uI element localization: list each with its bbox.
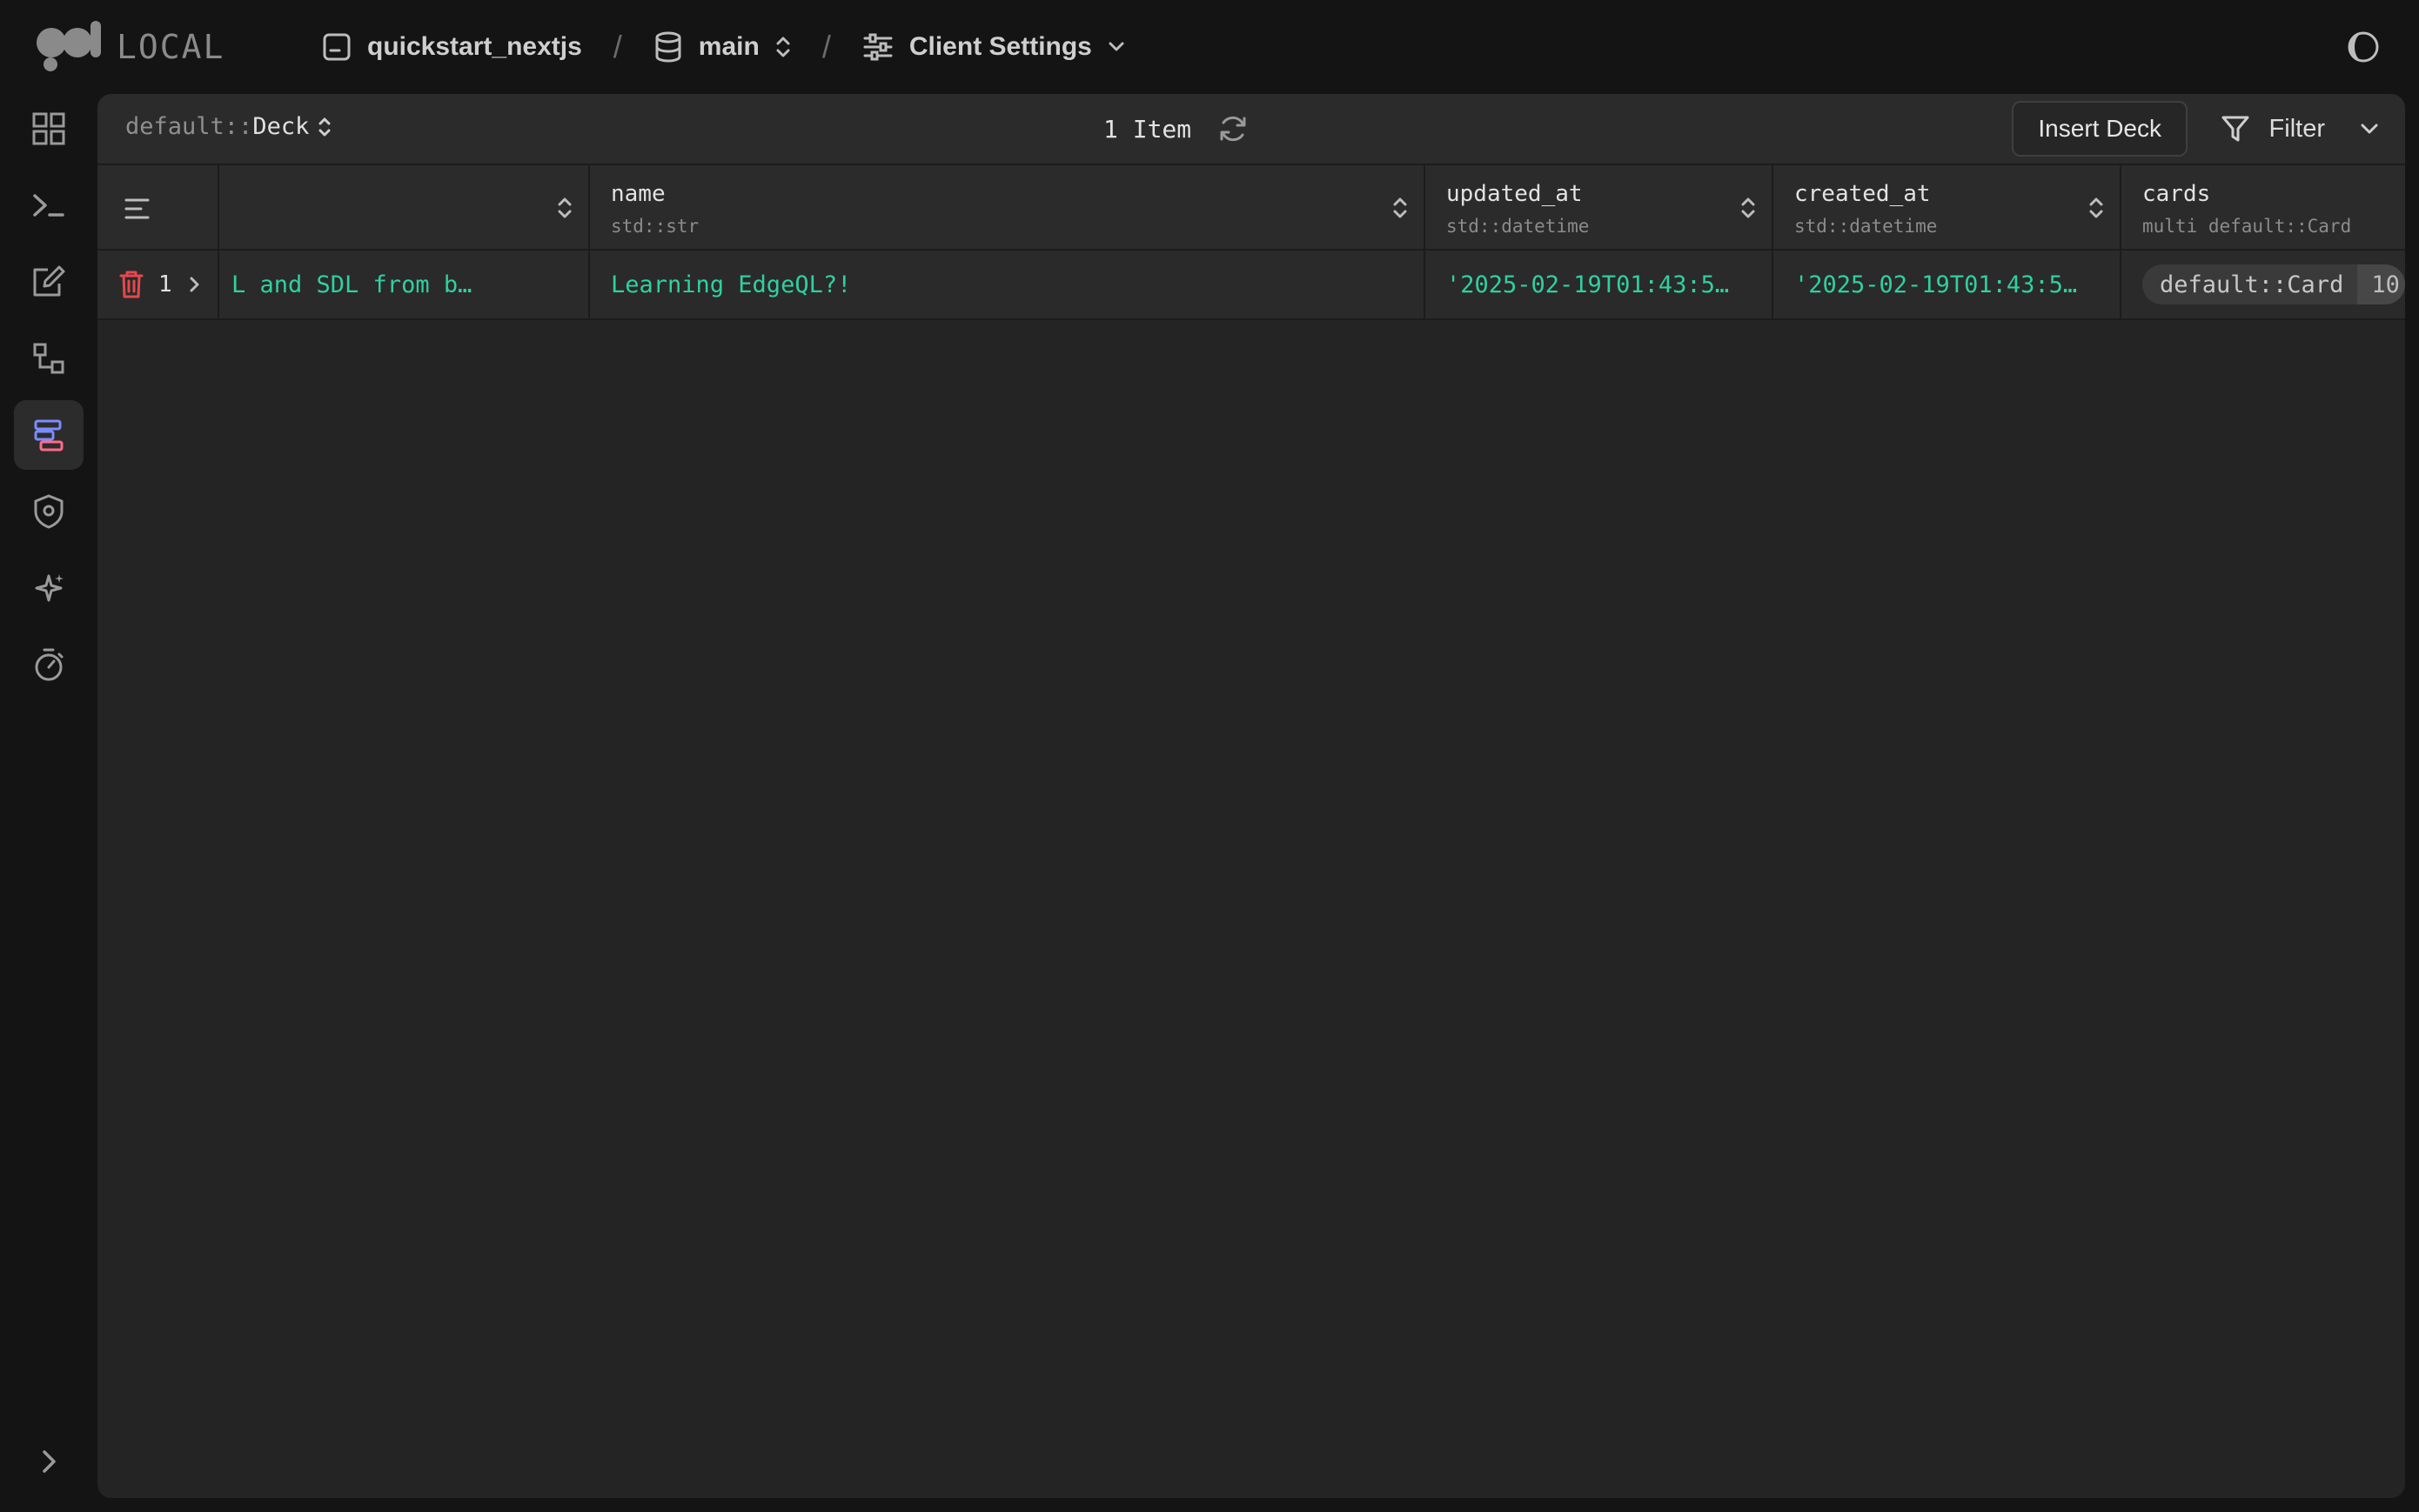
sort-icon[interactable] xyxy=(557,195,573,221)
sparkle-icon xyxy=(35,574,64,602)
editor-icon xyxy=(33,265,65,297)
sidebar-item-dashboard[interactable] xyxy=(14,94,84,164)
trash-icon[interactable] xyxy=(118,270,144,299)
stopwatch-icon xyxy=(35,648,64,681)
column-name: updated_at xyxy=(1446,181,1583,207)
column-type: std::str xyxy=(611,216,700,237)
cell-value: L and SDL from b… xyxy=(231,271,472,298)
breadcrumb-instance[interactable]: quickstart_nextjs xyxy=(322,32,582,62)
insert-deck-button[interactable]: Insert Deck xyxy=(2012,101,2188,157)
item-count-label: 1 Item xyxy=(1103,114,1192,144)
item-count: 1 Item xyxy=(1103,113,1249,144)
gel-logo-icon xyxy=(37,21,104,73)
instance-name: quickstart_nextjs xyxy=(367,32,582,61)
client-settings-button[interactable]: Client Settings xyxy=(862,32,1125,62)
chevron-down-icon xyxy=(2361,124,2378,134)
breadcrumb-separator: / xyxy=(821,29,831,64)
row-controls: 1 xyxy=(97,251,219,318)
refresh-icon[interactable] xyxy=(1217,113,1249,144)
filter-label: Filter xyxy=(2268,114,2325,143)
grid-header: name std::str updated_at std::datetime c… xyxy=(97,165,2405,251)
cell-updated-at[interactable]: '2025-02-19T01:43:5… xyxy=(1425,251,1773,318)
instance-badge: LOCAL xyxy=(117,28,225,66)
sort-icon[interactable] xyxy=(2088,195,2104,221)
row-controls-header xyxy=(97,165,219,249)
sliders-icon xyxy=(863,33,893,61)
column-header-created-at[interactable]: created_at std::datetime xyxy=(1773,165,2121,249)
cell-value: '2025-02-19T01:43:5… xyxy=(1446,271,1730,298)
object-type-name: Deck xyxy=(252,113,310,140)
cell-created-at[interactable]: '2025-02-19T01:43:5… xyxy=(1773,251,2121,318)
panel-header: default:: Deck 1 Item Insert Deck Filter xyxy=(97,94,2405,165)
link-type-label: default::Card xyxy=(2160,271,2344,298)
filter-icon xyxy=(2221,116,2249,142)
breadcrumb-branch[interactable]: main xyxy=(653,31,791,63)
sidebar-item-schema[interactable] xyxy=(14,324,84,393)
object-namespace: default:: xyxy=(125,113,253,140)
cards-link-chip[interactable]: default::Card 10 xyxy=(2142,264,2405,304)
top-bar: LOCAL quickstart_nextjs / main / Client … xyxy=(0,0,2419,94)
data-explorer-panel: default::Deck 1 Item Insert Deck Filter xyxy=(97,94,2405,1498)
sort-icon[interactable] xyxy=(1740,195,1756,221)
link-count: 10 xyxy=(2357,264,2405,304)
cell-c0[interactable]: L and SDL from b… xyxy=(219,251,590,318)
chevron-right-icon xyxy=(43,1450,56,1473)
sidebar-item-auth[interactable] xyxy=(14,477,84,546)
repl-icon xyxy=(33,194,64,217)
column-name: cards xyxy=(2142,181,2211,207)
object-type-select[interactable]: default:: Deck xyxy=(125,113,332,140)
column-name: name xyxy=(611,181,666,207)
schema-icon xyxy=(33,343,64,374)
row-index: 1 xyxy=(158,271,172,298)
column-header-cards[interactable]: cards multi default::Card xyxy=(2121,165,2405,249)
cell-value: '2025-02-19T01:43:5… xyxy=(1794,271,2078,298)
chevron-up-down-icon xyxy=(318,117,331,136)
table-row: 1 L and SDL from b… Learning EdgeQL?! '2… xyxy=(97,251,2405,320)
column-type: multi default::Card xyxy=(2142,216,2352,237)
sidebar-item-perf-stats[interactable] xyxy=(14,630,84,699)
sidebar-item-repl[interactable] xyxy=(14,171,84,240)
filter-button[interactable]: Filter xyxy=(2221,101,2379,157)
menu-lines-icon[interactable] xyxy=(124,197,153,221)
chevron-right-icon[interactable] xyxy=(188,275,202,294)
client-settings-label: Client Settings xyxy=(908,32,1092,61)
sidebar-item-editor[interactable] xyxy=(14,247,84,317)
branch-name: main xyxy=(698,32,760,61)
sort-icon[interactable] xyxy=(1392,195,1408,221)
cell-name[interactable]: Learning EdgeQL?! xyxy=(590,251,1425,318)
logo[interactable]: LOCAL xyxy=(37,21,224,73)
chevron-up-down-icon xyxy=(776,37,790,57)
column-header-updated-at[interactable]: updated_at std::datetime xyxy=(1425,165,1773,249)
breadcrumb-separator: / xyxy=(613,29,622,64)
database-icon xyxy=(655,31,681,63)
chevron-down-icon xyxy=(1109,42,1124,51)
cell-cards: default::Card 10 xyxy=(2121,251,2405,318)
column-type: std::datetime xyxy=(1446,216,1590,237)
theme-toggle-icon[interactable] xyxy=(2346,30,2381,64)
breadcrumb: quickstart_nextjs / main / Client Settin… xyxy=(322,21,1125,73)
sidebar-item-ai[interactable] xyxy=(14,553,84,623)
cell-value: Learning EdgeQL?! xyxy=(611,271,852,298)
sidebar-item-data-explorer[interactable] xyxy=(14,400,84,470)
column-header-id[interactable] xyxy=(219,165,590,249)
data-explorer-icon xyxy=(34,419,64,452)
dashboard-icon xyxy=(32,112,65,145)
shield-icon xyxy=(34,494,64,529)
column-type: std::datetime xyxy=(1794,216,1938,237)
column-name: created_at xyxy=(1794,181,1931,207)
sidebar xyxy=(0,94,96,1512)
column-header-name[interactable]: name std::str xyxy=(590,165,1425,249)
sidebar-expand-button[interactable] xyxy=(14,1427,84,1496)
instance-icon xyxy=(323,33,351,61)
